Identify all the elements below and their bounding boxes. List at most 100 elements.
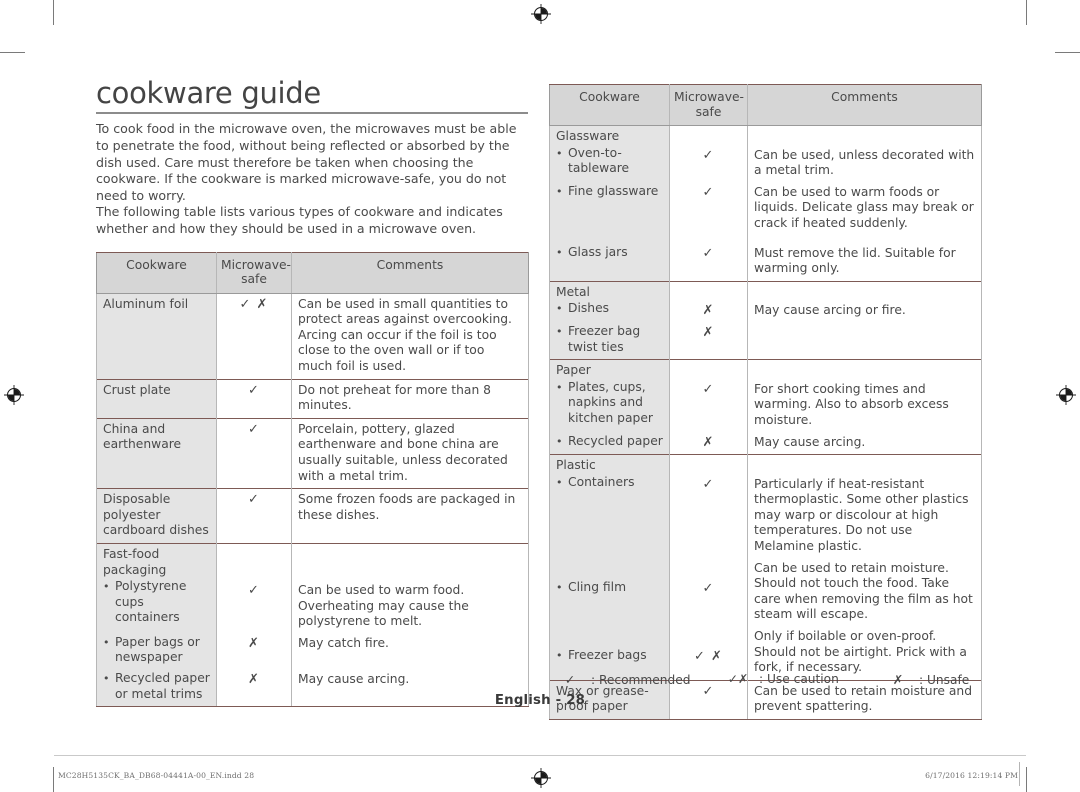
symbol-legend: ✓ : Recommended ✓✗ : Use caution ✗ : Uns… xyxy=(549,672,981,687)
cell-microwave-safe xyxy=(216,542,292,580)
legend-label-use-caution: : Use caution xyxy=(759,672,839,686)
cell-cookware: • Paper bags or newspaper xyxy=(96,633,217,671)
header-cookware: Cookware xyxy=(549,84,670,126)
header-microwave-safe: Microwave- safe xyxy=(669,84,748,126)
header-microwave-safe-line2: safe xyxy=(695,104,722,119)
cell-comment: Do not preheat for more than 8 minutes. xyxy=(291,378,529,419)
header-comments: Comments xyxy=(747,84,982,126)
cell-cookware-label: Oven-to-tableware xyxy=(568,145,630,176)
cell-cookware-label: Glass jars xyxy=(568,244,628,259)
cell-microwave-safe: ✗ xyxy=(669,432,748,455)
cell-comment xyxy=(747,322,982,360)
cross-icon: ✗ xyxy=(892,672,904,687)
registration-mark-right-middle xyxy=(1056,385,1076,405)
check-cross-icon: ✓✗ xyxy=(727,672,749,686)
legend-item-recommended: ✓ : Recommended xyxy=(549,672,717,687)
bullet-icon: • xyxy=(556,324,563,338)
cell-comment: Some frozen foods are packaged in these … xyxy=(291,488,529,544)
cell-cookware-label: Freezer bag twist ties xyxy=(568,323,641,354)
table-row-group-header: Plastic xyxy=(549,454,982,475)
table-header-row: Cookware Microwave- safe Comments xyxy=(96,251,529,294)
table-row: • Glass jars ✓ Must remove the lid. Suit… xyxy=(549,235,982,282)
bullet-icon: • xyxy=(103,580,110,594)
header-cookware: Cookware xyxy=(96,251,217,294)
table-row: China and earthenware ✓ Porcelain, potte… xyxy=(96,417,529,489)
cell-microwave-safe: ✓ xyxy=(669,235,748,282)
table-row: • Paper bags or newspaper ✗ May catch fi… xyxy=(96,633,529,671)
table-row: • Fine glassware ✓ Can be used to warm f… xyxy=(549,182,982,236)
intro-text: To cook food in the microwave oven, the … xyxy=(96,121,517,236)
bullet-icon: • xyxy=(103,635,110,649)
cell-cookware: • Polystyrene cups containers xyxy=(96,579,217,634)
cell-cookware: • Dishes xyxy=(549,301,670,323)
left-column: cookware guide To cook food in the micro… xyxy=(96,78,529,708)
crop-mark-bottom-right-vertical xyxy=(1026,767,1027,792)
registration-mark-bottom-center xyxy=(531,768,551,788)
header-microwave-safe: Microwave- safe xyxy=(216,251,292,294)
cell-comment: Can be used, unless decorated with a met… xyxy=(747,145,982,183)
cell-microwave-safe xyxy=(669,280,748,302)
cell-cookware: Aluminum foil xyxy=(96,292,217,380)
cell-comment: Must remove the lid. Suitable for warmin… xyxy=(747,235,982,282)
cell-comment: Can be used in small quantities to prote… xyxy=(291,292,529,380)
table-row-group-header: Paper xyxy=(549,359,982,380)
cell-microwave-safe: ✓ xyxy=(669,474,748,559)
cell-group-title: Paper xyxy=(549,359,670,380)
cell-microwave-safe: ✓ xyxy=(216,488,292,544)
cell-microwave-safe: ✓ xyxy=(669,558,748,628)
footer-timestamp: 6/17/2016 12:19:14 PM xyxy=(925,771,1018,780)
right-column: Cookware Microwave- safe Comments Glassw… xyxy=(549,84,982,721)
cell-cookware-label: Freezer bags xyxy=(568,648,647,663)
legend-label-recommended: : Recommended xyxy=(591,673,691,687)
table-row: • Freezer bag twist ties ✗ xyxy=(549,322,982,360)
cell-microwave-safe: ✓ xyxy=(216,417,292,489)
cell-microwave-safe: ✓ xyxy=(669,379,748,433)
bullet-icon: • xyxy=(556,146,563,160)
cell-microwave-safe: ✗ xyxy=(216,633,292,671)
printed-page: cookware guide To cook food in the micro… xyxy=(0,0,1080,792)
bullet-icon: • xyxy=(556,434,563,448)
cell-cookware: • Fine glassware xyxy=(549,182,670,236)
table-row: • Plates, cups, napkins and kitchen pape… xyxy=(549,379,982,433)
table-row-group-header: Glassware xyxy=(549,124,982,146)
table-row-group-header: Metal xyxy=(549,280,982,302)
cell-comment xyxy=(747,124,982,146)
cell-microwave-safe xyxy=(669,454,748,475)
cell-comment: Can be used to warm food. Overheating ma… xyxy=(291,579,529,634)
cell-microwave-safe: ✓ xyxy=(669,182,748,236)
cell-cookware-label: Cling film xyxy=(568,579,627,594)
table-row: • Polystyrene cups containers ✓ Can be u… xyxy=(96,579,529,634)
header-microwave-safe-line1: Microwave- xyxy=(674,90,744,104)
cell-microwave-safe: ✗ xyxy=(669,322,748,360)
cell-cookware: • Glass jars xyxy=(549,235,670,282)
right-table-body: Glassware • Oven-to-tableware ✓ Can be u… xyxy=(549,124,982,721)
table-row: • Cling film ✓ Can be used to retain moi… xyxy=(549,558,982,628)
table-row: Aluminum foil ✓ ✗ Can be used in small q… xyxy=(96,292,529,380)
cell-microwave-safe: ✓ xyxy=(216,378,292,419)
cell-cookware: • Cling film xyxy=(549,558,670,628)
cell-comment xyxy=(291,542,529,580)
legend-item-use-caution: ✓✗ : Use caution xyxy=(717,672,877,687)
cell-cookware: Disposable polyester cardboard dishes xyxy=(96,488,217,544)
bullet-icon: • xyxy=(556,380,563,394)
header-comments: Comments xyxy=(291,251,529,294)
header-microwave-safe-line1: Microwave- xyxy=(221,257,291,272)
check-icon: ✓ xyxy=(564,672,576,687)
cell-group-title: Glassware xyxy=(549,124,670,146)
crop-mark-top-left-vertical xyxy=(53,0,54,25)
cell-cookware: • Freezer bag twist ties xyxy=(549,322,670,360)
table-row: Crust plate ✓ Do not preheat for more th… xyxy=(96,378,529,419)
cell-comment: May cause arcing. xyxy=(747,432,982,455)
table-row: • Dishes ✗ May cause arcing or fire. xyxy=(549,301,982,323)
cell-comment: Can be used to retain moisture. Should n… xyxy=(747,558,982,628)
legend-label-unsafe: : Unsafe xyxy=(919,673,970,687)
left-cookware-table: Cookware Microwave- safe Comments Alumin… xyxy=(96,251,529,708)
bullet-icon: • xyxy=(556,302,563,316)
intro-paragraph: To cook food in the microwave oven, the … xyxy=(96,121,528,237)
cell-microwave-safe xyxy=(669,124,748,146)
registration-mark-left-middle xyxy=(4,385,24,405)
table-header-row: Cookware Microwave- safe Comments xyxy=(549,84,982,126)
cell-cookware-label: Fine glassware xyxy=(568,183,659,198)
cell-group-title: Plastic xyxy=(549,454,670,475)
right-table-header: Cookware Microwave- safe Comments xyxy=(549,84,982,126)
